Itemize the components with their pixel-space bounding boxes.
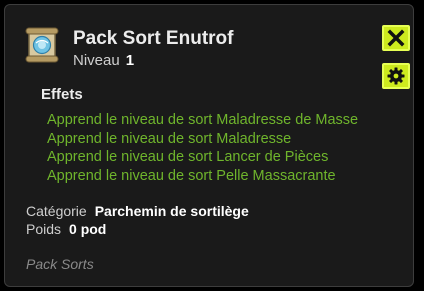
scroll-icon: [23, 26, 61, 64]
level-value: 1: [125, 52, 135, 69]
item-type-footer: Pack Sorts: [26, 256, 94, 272]
item-tooltip-panel: Pack Sort Enutrof Niveau 1 Effets Apprend…: [4, 4, 414, 287]
item-level: Niveau 1: [73, 52, 134, 70]
settings-button[interactable]: [382, 63, 410, 89]
effects-list: Apprend le niveau de sort Maladresse de …: [47, 111, 358, 185]
close-icon: [387, 29, 405, 47]
item-name: Pack Sort Enutrof: [73, 28, 234, 49]
effect-item: Apprend le niveau de sort Maladresse: [47, 130, 292, 147]
weight-row: Poids 0 pod: [26, 220, 106, 238]
category-value: Parchemin de sortilège: [94, 203, 249, 219]
weight-label: Poids: [26, 221, 62, 237]
category-row: Catégorie Parchemin de sortilège: [26, 202, 249, 220]
effect-item: Apprend le niveau de sort Pelle Massacra…: [47, 167, 336, 184]
category-label: Catégorie: [26, 203, 87, 219]
effects-heading: Effets: [41, 86, 83, 103]
gear-icon: [387, 67, 405, 85]
effect-item: Apprend le niveau de sort Maladresse de …: [47, 112, 359, 128]
close-button[interactable]: [382, 25, 410, 51]
effect-item: Apprend le niveau de sort Lancer de Pièc…: [47, 149, 329, 165]
level-label: Niveau: [73, 52, 120, 69]
weight-value: 0 pod: [69, 221, 107, 237]
